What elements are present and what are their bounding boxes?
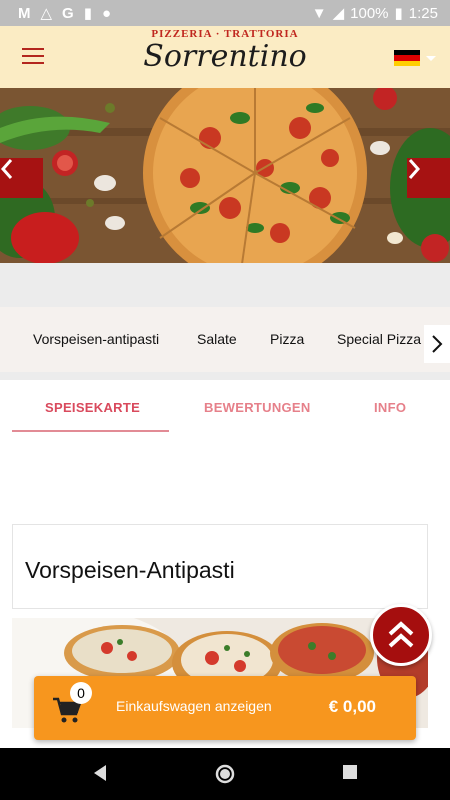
circle-icon: ● — [101, 4, 112, 22]
active-tab-indicator — [12, 430, 169, 432]
category-item-vorspeisen[interactable]: Vorspeisen-antipasti — [33, 331, 159, 347]
notification-icons: M △ G ▮ ● — [18, 4, 112, 23]
scroll-to-top-button[interactable] — [370, 604, 432, 666]
view-cart-button[interactable]: 0 Einkaufswagen anzeigen € 0,00 — [34, 676, 416, 740]
status-bar: M △ G ▮ ● ▼ ◢ 100% ▮ 1:25 — [0, 0, 450, 26]
cart-total: € 0,00 — [328, 697, 376, 716]
tab-speisekarte[interactable]: SPEISEKARTE — [45, 400, 140, 415]
cart-count-badge: 0 — [70, 682, 92, 704]
app-header: PIZZERIA · TRATTORIA Sorrentino — [0, 26, 450, 88]
category-item-pizza[interactable]: Pizza — [270, 331, 304, 347]
chevron-right-icon — [408, 159, 421, 179]
category-item-special-pizza[interactable]: Special Pizza — [337, 331, 421, 347]
signal-icon: ◢ — [332, 5, 345, 22]
battery-icon: ▮ — [394, 5, 403, 22]
germany-flag-icon — [394, 50, 420, 66]
battery-percent: 100% — [350, 4, 389, 22]
tab-bewertungen[interactable]: BEWERTUNGEN — [204, 400, 311, 415]
chevron-down-icon — [426, 55, 436, 61]
wifi-icon: ▼ — [311, 4, 327, 22]
double-chevron-up-icon — [388, 621, 414, 648]
section-title: Vorspeisen-Antipasti — [25, 557, 235, 583]
slider-prev-button[interactable] — [0, 158, 43, 198]
google-icon: G — [62, 4, 74, 22]
brand-name: Sorrentino — [143, 39, 307, 74]
recents-icon[interactable] — [342, 764, 358, 780]
clock: 1:25 — [408, 4, 438, 22]
language-selector[interactable] — [394, 50, 436, 66]
category-nav: Vorspeisen-antipasti Salate Pizza Specia… — [0, 307, 450, 372]
menu-section-header: Vorspeisen-Antipasti — [12, 524, 428, 609]
cart-label: Einkaufswagen anzeigen — [116, 698, 272, 714]
category-scroll-right-button[interactable] — [424, 325, 450, 363]
slider-next-button[interactable] — [407, 158, 450, 198]
hero-slider — [0, 88, 450, 263]
home-icon[interactable] — [215, 764, 235, 784]
sd-card-icon: ▮ — [83, 5, 92, 22]
drive-icon: △ — [40, 5, 53, 22]
brand-logo: PIZZERIA · TRATTORIA Sorrentino — [130, 28, 320, 74]
chevron-left-icon — [0, 159, 13, 179]
system-nav-bar — [0, 748, 450, 800]
chevron-right-icon — [432, 335, 443, 353]
pizza-hero-image — [0, 88, 450, 263]
tab-info[interactable]: INFO — [374, 400, 406, 415]
gmail-icon: M — [18, 4, 31, 22]
category-item-salate[interactable]: Salate — [197, 331, 237, 347]
hamburger-menu-icon[interactable] — [22, 48, 44, 66]
back-icon[interactable] — [92, 764, 108, 782]
